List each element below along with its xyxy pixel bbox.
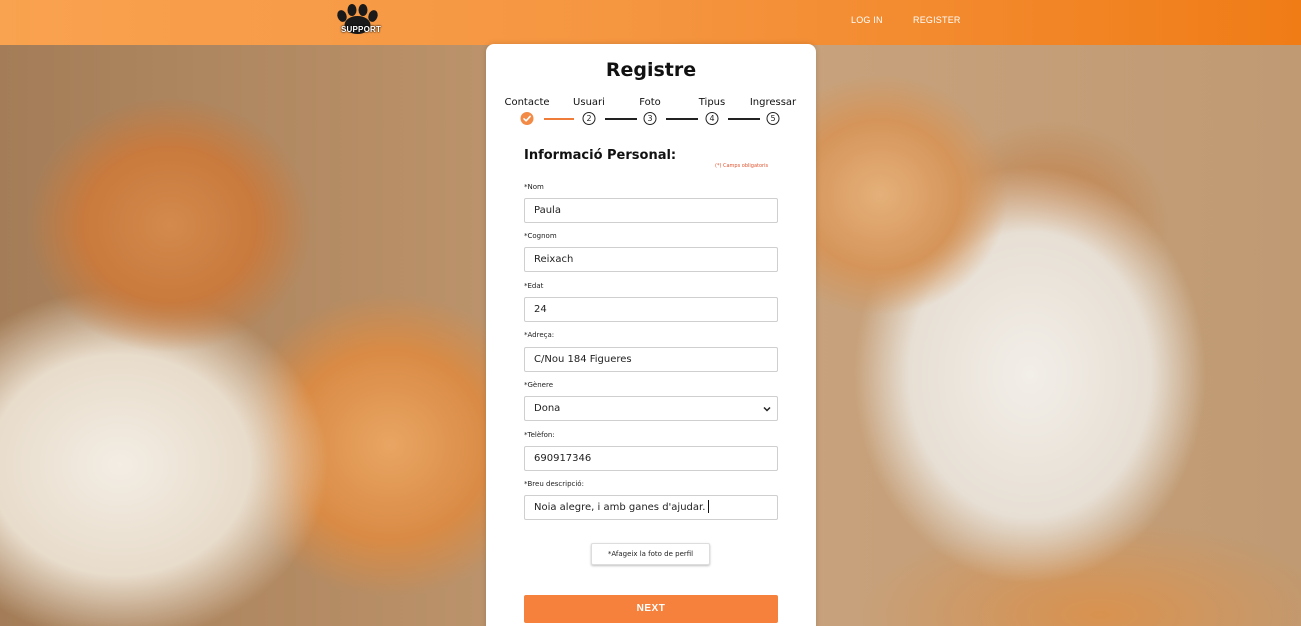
telefon-label: *Telèfon: xyxy=(524,431,555,439)
adreca-input[interactable]: C/Nou 184 Figueres xyxy=(524,347,778,372)
chevron-down-icon xyxy=(763,406,771,412)
text-cursor xyxy=(708,500,710,513)
registration-card: Registre Contacte Usuari Foto Tipus Ingr… xyxy=(486,44,816,626)
cognom-input[interactable]: Reixach xyxy=(524,247,778,272)
nom-label: *Nom xyxy=(524,183,544,191)
step-number-5: 5 xyxy=(766,112,780,125)
nav-register-link[interactable]: REGISTER xyxy=(913,15,961,25)
step-label-ingressar: Ingressar xyxy=(749,97,797,108)
step-complete-check-icon xyxy=(520,112,534,125)
step-label-foto: Foto xyxy=(639,97,661,108)
telefon-input[interactable]: 690917346 xyxy=(524,446,778,471)
genere-select[interactable]: Dona xyxy=(524,396,778,421)
genere-label: *Gènere xyxy=(524,381,554,389)
add-profile-photo-button[interactable]: *Afageix la foto de perfil xyxy=(591,543,710,565)
logo-text: SUPPORT xyxy=(341,25,382,34)
top-navbar: SUPPORT LOG IN REGISTER xyxy=(0,0,1301,45)
step-connector xyxy=(666,118,698,120)
adreca-label: *Adreça: xyxy=(524,331,555,339)
cognom-label: *Cognom xyxy=(524,232,557,240)
step-connector xyxy=(605,118,637,120)
genere-selected-value: Dona xyxy=(534,403,561,414)
step-label-contacte: Contacte xyxy=(504,97,550,108)
edat-label: *Edat xyxy=(524,282,544,290)
nav-login-link[interactable]: LOG IN xyxy=(851,15,883,25)
edat-input[interactable]: 24 xyxy=(524,297,778,322)
step-connector xyxy=(728,118,760,120)
paw-logo-icon[interactable] xyxy=(330,2,390,42)
step-label-tipus: Tipus xyxy=(698,97,726,108)
descripcio-label: *Breu descripció: xyxy=(524,480,584,488)
section-title: Informació Personal: xyxy=(524,148,677,163)
descripcio-input[interactable]: Noia alegre, i amb ganes d'ajudar. xyxy=(524,495,778,520)
next-button[interactable]: NEXT xyxy=(524,595,778,623)
required-fields-note: (*) Camps obligatoris xyxy=(715,163,769,169)
step-number-4: 4 xyxy=(705,112,719,125)
descripcio-value: Noia alegre, i amb ganes d'ajudar. xyxy=(534,502,706,513)
nom-input[interactable]: Paula xyxy=(524,198,778,223)
step-connector-done xyxy=(544,118,574,120)
step-label-usuari: Usuari xyxy=(573,97,605,108)
step-number-3: 3 xyxy=(643,112,657,125)
step-number-2: 2 xyxy=(582,112,596,125)
page-title: Registre xyxy=(605,59,697,81)
